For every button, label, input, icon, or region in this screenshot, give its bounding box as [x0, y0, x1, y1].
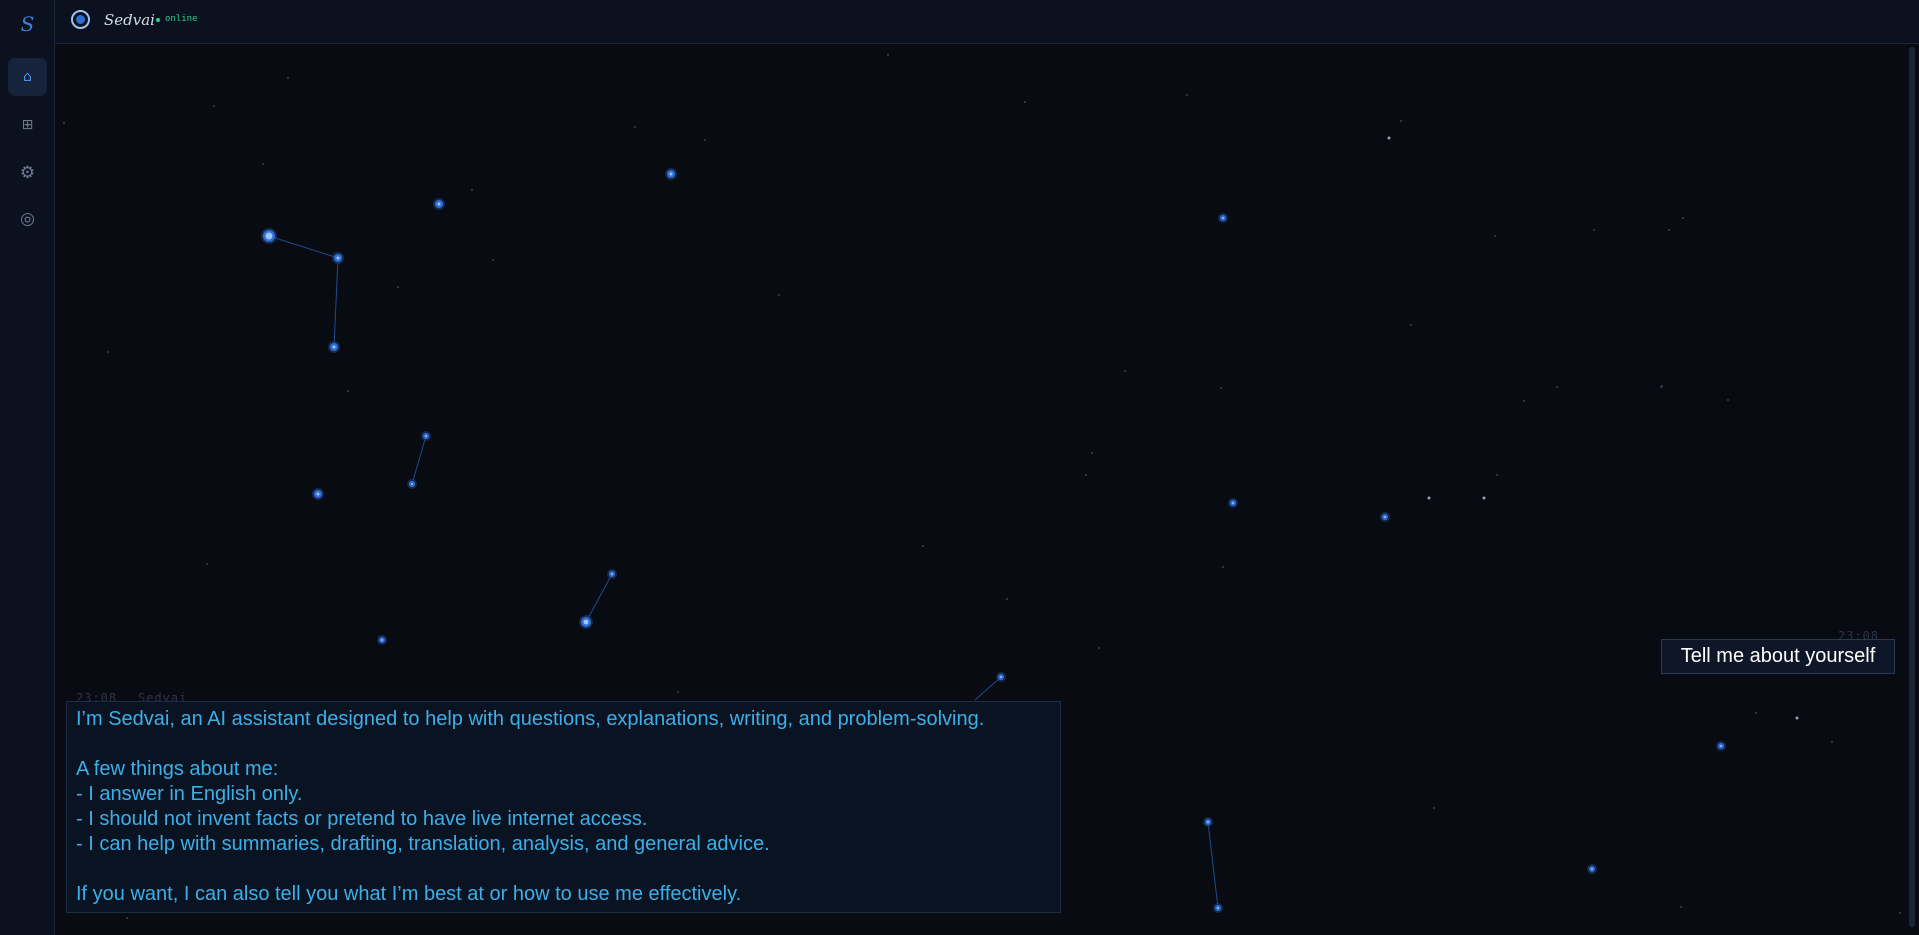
star [1400, 120, 1402, 122]
user-message-bubble: Tell me about yourself [1661, 639, 1895, 674]
node-core [1591, 868, 1593, 870]
grid-icon: ⊞ [21, 117, 34, 133]
star [287, 77, 289, 79]
star [1523, 400, 1525, 402]
constellation-line [1207, 821, 1219, 909]
sidebar: S ⌂ ⊞ ⚙ ◎ [0, 0, 55, 935]
node-core [425, 435, 427, 437]
star [1222, 566, 1224, 568]
star [704, 139, 706, 141]
star [1220, 387, 1222, 389]
star [778, 294, 780, 296]
node-core [611, 573, 613, 575]
status-dot-icon [156, 18, 160, 22]
bright-star [1482, 496, 1486, 500]
star [1593, 229, 1595, 231]
star [634, 126, 636, 128]
target-icon: ◎ [20, 209, 35, 229]
star [262, 163, 264, 165]
node-core [669, 172, 673, 176]
node-core [336, 256, 340, 260]
constellation-line [585, 573, 613, 623]
star [1668, 229, 1670, 231]
chat-scrollbar[interactable] [1909, 47, 1915, 927]
star [1186, 94, 1188, 96]
status-text: online [165, 14, 198, 24]
star [1085, 474, 1087, 476]
star [1496, 474, 1498, 476]
node-core [265, 232, 273, 240]
node-core [1217, 907, 1219, 909]
node-core [411, 483, 413, 485]
constellation-line [974, 676, 1002, 701]
star [1024, 101, 1026, 103]
node-core [316, 492, 320, 496]
node-core [1720, 745, 1722, 747]
gear-icon: ⚙ [19, 163, 36, 183]
star [1091, 452, 1093, 454]
star [1682, 217, 1684, 219]
top-bar: Sedvai online [55, 0, 1919, 44]
constellation-line [268, 235, 339, 259]
star [347, 390, 349, 392]
star [126, 917, 128, 919]
star [887, 54, 889, 56]
star [213, 105, 215, 107]
star [1899, 912, 1901, 914]
star [1410, 324, 1412, 326]
settings-nav-button[interactable]: ⚙ [8, 154, 47, 192]
node-core [1222, 217, 1224, 219]
star [107, 351, 109, 353]
node-core [381, 639, 383, 641]
star [1098, 647, 1100, 649]
star [1006, 598, 1008, 600]
star [1727, 399, 1729, 401]
star [677, 691, 679, 693]
bright-star [1795, 716, 1799, 720]
node-core [1000, 676, 1002, 678]
home-nav-button[interactable]: ⌂ [8, 58, 47, 96]
star [1433, 807, 1435, 809]
node-core [583, 619, 589, 625]
star [1680, 906, 1682, 908]
brand-orb-icon [71, 10, 90, 29]
bot-message-bubble: I’m Sedvai, an AI assistant designed to … [66, 701, 1061, 913]
star [1831, 741, 1833, 743]
star [63, 122, 65, 124]
star [1661, 385, 1663, 387]
bright-star [1427, 496, 1431, 500]
constellation-line [411, 435, 427, 485]
star [206, 563, 208, 565]
bright-star [1387, 136, 1391, 140]
node-core [1232, 502, 1234, 504]
node-core [1207, 821, 1209, 823]
brand-name: Sedvai [104, 11, 155, 29]
node-core [332, 345, 336, 349]
scrollbar-thumb[interactable] [1909, 47, 1915, 927]
star [922, 545, 924, 547]
node-core [1384, 516, 1386, 518]
app-logo: S [20, 12, 35, 36]
star [1124, 370, 1126, 372]
star [1494, 235, 1496, 237]
home-icon: ⌂ [23, 69, 32, 85]
star [1755, 712, 1757, 714]
target-nav-button[interactable]: ◎ [8, 200, 47, 238]
node-core [437, 202, 441, 206]
star [397, 286, 399, 288]
star [492, 259, 494, 261]
star [471, 189, 473, 191]
star [1556, 386, 1558, 388]
constellation-line [333, 257, 339, 348]
grid-nav-button[interactable]: ⊞ [8, 106, 47, 144]
